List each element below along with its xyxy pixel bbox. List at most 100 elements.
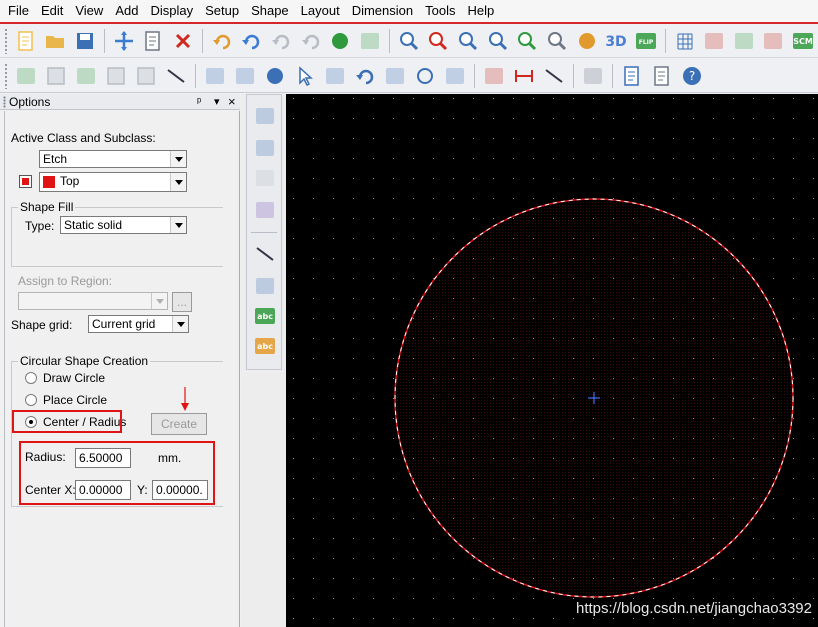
browse-button[interactable]: ... (172, 292, 192, 312)
panel-dropdown-icon[interactable]: ▾ (214, 94, 220, 110)
new-file-button[interactable] (13, 28, 39, 54)
redo-down-button[interactable] (239, 28, 265, 54)
chevron-down-icon[interactable] (170, 217, 186, 233)
disabled-box-button[interactable] (43, 63, 69, 89)
rotate-button[interactable] (352, 63, 378, 89)
pin-button[interactable] (357, 28, 383, 54)
toolbar-separator (573, 63, 574, 88)
disabled-box-button[interactable] (133, 63, 159, 89)
menu-help[interactable]: Help (461, 0, 500, 22)
panel-grip[interactable] (3, 95, 6, 108)
zoom-points-button[interactable] (396, 28, 422, 54)
save-button[interactable] (72, 28, 98, 54)
subclass-select[interactable]: Top (39, 172, 187, 192)
help-button[interactable]: ? (679, 63, 705, 89)
undo-button[interactable] (209, 28, 235, 54)
center-x-input[interactable]: 0.00000 (75, 480, 131, 500)
delete-button[interactable] (170, 28, 196, 54)
copy-button[interactable] (141, 28, 167, 54)
circle-button[interactable] (262, 63, 288, 89)
center-y-input[interactable]: 0.00000. (152, 480, 208, 500)
flip-button[interactable]: FLIP (633, 28, 659, 54)
assign-region-select[interactable] (18, 292, 168, 310)
layers-button[interactable] (731, 28, 757, 54)
3d-button[interactable]: 3D (603, 28, 629, 54)
scm-button[interactable]: SCM (790, 28, 816, 54)
edit-text-button[interactable]: abc (252, 333, 278, 359)
menu-display[interactable]: Display (144, 0, 199, 22)
color-palette-button[interactable] (701, 28, 727, 54)
design-canvas[interactable]: https://blog.csdn.net/jiangchao3392 (286, 94, 818, 627)
slide-button[interactable] (252, 135, 278, 161)
zoom-fit-button[interactable] (425, 28, 451, 54)
fill-type-select[interactable]: Static solid (60, 216, 187, 234)
circle-void-button[interactable] (412, 63, 438, 89)
zoom-out-button[interactable] (485, 28, 511, 54)
place-green-icon (17, 67, 35, 84)
place-circle-label[interactable]: Place Circle (43, 393, 107, 407)
redraw-button[interactable] (574, 28, 600, 54)
menu-setup[interactable]: Setup (199, 0, 245, 22)
chevron-down-icon[interactable] (170, 151, 186, 167)
menu-edit[interactable]: Edit (35, 0, 69, 22)
copy-window-button[interactable] (619, 63, 645, 89)
chevron-down-icon[interactable] (172, 316, 188, 332)
main-toolbar-grip[interactable] (4, 27, 8, 54)
add-rect-button[interactable] (252, 273, 278, 299)
move-button[interactable] (111, 28, 137, 54)
green-sphere-icon (332, 32, 349, 49)
add-line-button[interactable] (252, 241, 278, 267)
menu-file[interactable]: File (2, 0, 35, 22)
radius-input[interactable]: 6.50000 (75, 448, 131, 468)
menu-add[interactable]: Add (109, 0, 144, 22)
polygon-void-button[interactable] (442, 63, 468, 89)
canvas-drawing[interactable] (286, 94, 818, 627)
rotate-icon (356, 69, 374, 84)
options-title: Options (9, 94, 51, 109)
route-connect-button[interactable] (252, 103, 278, 129)
grid-button[interactable] (672, 28, 698, 54)
shape-corner-button[interactable] (202, 63, 228, 89)
shape-grid-select[interactable]: Current grid (88, 315, 189, 333)
draw-circle-radio[interactable] (25, 372, 37, 384)
menu-tools[interactable]: Tools (419, 0, 461, 22)
disabled-box-button[interactable] (103, 63, 129, 89)
custom-smooth-button[interactable] (252, 165, 278, 191)
menu-shape[interactable]: Shape (245, 0, 295, 22)
close-icon[interactable]: × (228, 94, 236, 110)
place-circle-radio[interactable] (25, 394, 37, 406)
zoom-world-button[interactable] (544, 28, 570, 54)
square-void-button[interactable] (382, 63, 408, 89)
chevron-down-icon[interactable] (151, 293, 167, 309)
place-green-button[interactable] (13, 63, 39, 89)
stackup-button[interactable] (761, 28, 787, 54)
menu-view[interactable]: View (69, 0, 109, 22)
rectangle-button[interactable] (232, 63, 258, 89)
dimension-red-button[interactable] (511, 63, 537, 89)
camera-button[interactable] (580, 63, 606, 89)
dimension-linear-button[interactable] (541, 63, 567, 89)
open-folder-button[interactable] (43, 28, 69, 54)
component-button[interactable] (481, 63, 507, 89)
green-arrow-box-button[interactable] (73, 63, 99, 89)
chevron-down-icon[interactable] (170, 173, 186, 191)
shape-toolbar-grip[interactable] (4, 62, 8, 89)
menu-dimension[interactable]: Dimension (346, 0, 419, 22)
select-pointer-button[interactable] (292, 63, 318, 89)
add-text-button[interactable]: abc (252, 303, 278, 329)
message-button[interactable] (649, 63, 675, 89)
zoom-previous-button[interactable] (514, 28, 540, 54)
green-outline-box-button[interactable] (163, 63, 189, 89)
create-button[interactable]: Create (151, 413, 207, 435)
pin-icon[interactable]: ᵖ (197, 94, 201, 110)
zoom-in-button[interactable] (455, 28, 481, 54)
green-sphere-button[interactable] (327, 28, 353, 54)
redo-down-disabled-button[interactable] (298, 28, 324, 54)
subclass-color-swatch[interactable] (19, 175, 32, 188)
draw-circle-label[interactable]: Draw Circle (43, 371, 105, 385)
redo-button[interactable] (268, 28, 294, 54)
menu-layout[interactable]: Layout (295, 0, 346, 22)
class-select[interactable]: Etch (39, 150, 187, 168)
fanout-button[interactable] (252, 197, 278, 223)
merge-shapes-button[interactable] (322, 63, 348, 89)
